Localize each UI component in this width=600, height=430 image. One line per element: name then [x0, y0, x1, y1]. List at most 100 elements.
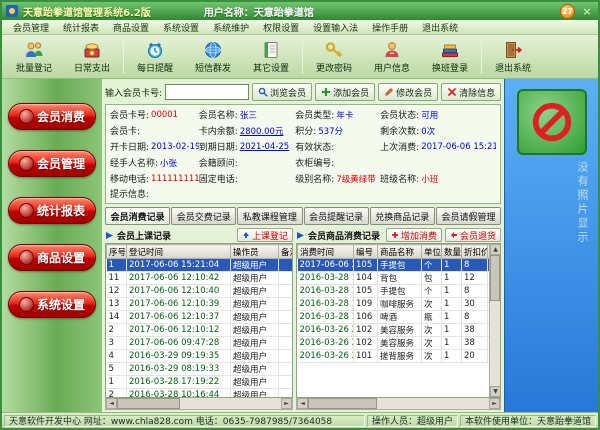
- sidebar-item-member-manage[interactable]: 会员管理: [8, 150, 96, 177]
- scroll-thumb[interactable]: [308, 398, 377, 409]
- column-header[interactable]: 备注: [279, 245, 294, 259]
- table-row[interactable]: 2016-03-28 10109咖啡服务次13030超级用户: [298, 298, 502, 311]
- toolbar-other-settings[interactable]: 其它设置: [242, 37, 300, 77]
- table-row[interactable]: 2016-03-26 21101搓背服务次12020超级用户: [298, 350, 502, 363]
- toolbar-user-info[interactable]: 用户信息: [363, 37, 421, 77]
- table-row[interactable]: 42016-03-29 09:19:35超级用户: [107, 350, 294, 363]
- menu-item-input-method[interactable]: 设置输入法: [306, 21, 365, 34]
- column-header[interactable]: 序号: [107, 245, 127, 259]
- tab-private-course[interactable]: 私教课程管理: [237, 207, 302, 225]
- member-return-button[interactable]: 会员退货: [445, 228, 501, 242]
- toolbar-sms-broadcast[interactable]: 短信群发: [184, 37, 242, 77]
- column-header[interactable]: 商品名称: [378, 245, 422, 259]
- column-header[interactable]: 消费时间: [298, 245, 354, 259]
- scroll-right-arrow[interactable]: ►: [489, 398, 500, 409]
- table-row[interactable]: 112017-06-06 12:10:42超级用户: [107, 272, 294, 285]
- record-tabs: 会员消费记录 会员交费记录 私教课程管理 会员提醒记录 兑换商品记录 会员请假管…: [105, 207, 501, 225]
- tab-leave-records[interactable]: 会员请假管理: [436, 207, 501, 225]
- alarm-clock-icon: [145, 40, 165, 60]
- daily-expense-icon: [82, 40, 102, 60]
- edit-member-button[interactable]: 修改会员: [378, 83, 438, 101]
- browse-member-button[interactable]: 浏览会员: [252, 83, 312, 101]
- member-field: 上次消费:2017-06-06 15:21:04: [380, 140, 496, 153]
- table-row[interactable]: 32017-06-06 09:47:28超级用户: [107, 337, 294, 350]
- sidebar-item-system[interactable]: 系统设置: [8, 291, 96, 318]
- clear-info-button[interactable]: 清除信息: [441, 83, 501, 101]
- scroll-thumb[interactable]: [117, 398, 180, 409]
- table-row[interactable]: 22016-03-28 10:16:44超级用户: [107, 389, 294, 399]
- menu-item-member-mgmt[interactable]: 会员管理: [6, 21, 56, 34]
- table-row[interactable]: 2016-03-28 10105手提包个188超级用户: [298, 285, 502, 298]
- column-header[interactable]: 操作员: [231, 245, 279, 259]
- member-field: 到期日期:2021-04-25: [199, 140, 296, 153]
- table-row[interactable]: 132017-06-06 12:10:39超级用户: [107, 298, 294, 311]
- table-row[interactable]: 12017-06-06 15:21:04超级用户: [107, 259, 294, 272]
- sidebar-item-reports[interactable]: 统计报表: [8, 197, 96, 224]
- scroll-up-arrow[interactable]: ▲: [490, 244, 501, 255]
- member-field: 衣柜编号:: [295, 156, 380, 169]
- toolbar-change-password[interactable]: 更改密码: [305, 37, 363, 77]
- table-row[interactable]: 52016-03-29 08:19:33超级用户: [107, 363, 294, 376]
- table-row[interactable]: 2016-03-28 10106啤酒瓶188超级用户: [298, 311, 502, 324]
- toolbar-shift-login[interactable]: 换班登录: [421, 37, 479, 77]
- menu-item-manual[interactable]: 操作手册: [365, 21, 415, 34]
- table-row[interactable]: 2016-03-26 23102美容服务次13838超级用户: [298, 324, 502, 337]
- tab-exchange-records[interactable]: 兑换商品记录: [370, 207, 435, 225]
- purchase-records-table: 消费时间编号商品名称单位数量折扣价总金额操作员 2017-06-06 23105…: [296, 243, 501, 398]
- table-row[interactable]: 12016-03-28 17:19:22超级用户: [107, 376, 294, 389]
- column-header[interactable]: 编号: [354, 245, 378, 259]
- member-field: 会员状态:可用: [380, 108, 496, 121]
- scroll-thumb[interactable]: [490, 255, 500, 301]
- close-button[interactable]: ×: [580, 5, 594, 18]
- notification-badge[interactable]: 27: [560, 4, 575, 19]
- menu-item-reports[interactable]: 统计报表: [56, 21, 106, 34]
- table-row[interactable]: 2017-06-06 23105手提包个188超级用户: [298, 259, 502, 272]
- menu-item-exit[interactable]: 退出系统: [415, 21, 465, 34]
- table-row[interactable]: 22017-06-06 12:10:12超级用户: [107, 324, 294, 337]
- record-lists: 会员上课记录 上课登记 序号登记时间操作员备注 12017-06-06 15:2…: [105, 227, 501, 410]
- horizontal-scrollbar[interactable]: ◄ ►: [296, 398, 501, 410]
- menu-item-permissions[interactable]: 权限设置: [256, 21, 306, 34]
- table-row[interactable]: 142017-06-06 12:10:37超级用户: [107, 311, 294, 324]
- member-field: [380, 156, 496, 169]
- card-number-input[interactable]: [165, 84, 249, 100]
- user-info-icon: [382, 40, 402, 60]
- column-header[interactable]: 数量: [442, 245, 462, 259]
- column-header[interactable]: 折扣价: [462, 245, 488, 259]
- tab-payment-records[interactable]: 会员交费记录: [171, 207, 236, 225]
- sidebar-item-member-consume[interactable]: 会员消费: [8, 103, 96, 130]
- toolbar-exit-system[interactable]: 退出系统: [484, 37, 542, 77]
- add-consume-button[interactable]: 增加消费: [386, 228, 442, 242]
- sidebar-item-goods[interactable]: 商品设置: [8, 244, 96, 271]
- table-row[interactable]: 2016-03-28 10104背包包11212超级用户: [298, 272, 502, 285]
- horizontal-scrollbar[interactable]: ◄ ►: [105, 398, 293, 410]
- purchase-records-panel: 会员商品消费记录 增加消费 会员退货 消费时间编号商品名称单位数量折扣价总金额操…: [296, 227, 501, 410]
- scroll-left-arrow[interactable]: ◄: [297, 398, 308, 409]
- toolbar-daily-reminder[interactable]: 每日提醒: [126, 37, 184, 77]
- member-field: 固定电话:: [199, 172, 296, 185]
- toolbar: 批量登记 日常支出 每日提醒 短信群发 其它设置 更改密码 用户信息: [2, 35, 598, 79]
- pencil-icon: [384, 87, 394, 97]
- menu-item-system[interactable]: 系统设置: [156, 21, 206, 34]
- menu-item-maintenance[interactable]: 系统维护: [206, 21, 256, 34]
- batch-register-icon: [24, 40, 44, 60]
- table-row[interactable]: 122017-06-06 12:10:40超级用户: [107, 285, 294, 298]
- tab-reminder-records[interactable]: 会员提醒记录: [304, 207, 369, 225]
- class-register-button[interactable]: 上课登记: [237, 228, 293, 242]
- scroll-left-arrow[interactable]: ◄: [106, 398, 117, 409]
- notebook-icon: [261, 40, 281, 60]
- column-header[interactable]: 登记时间: [127, 245, 231, 259]
- menu-item-goods[interactable]: 商品设置: [106, 21, 156, 34]
- column-header[interactable]: 单位: [422, 245, 442, 259]
- vertical-scrollbar[interactable]: ▲ ▼: [489, 244, 500, 397]
- scroll-down-arrow[interactable]: ▼: [490, 386, 501, 397]
- toolbar-daily-expense[interactable]: 日常支出: [63, 37, 121, 77]
- toolbar-batch-register[interactable]: 批量登记: [5, 37, 63, 77]
- tab-consume-records[interactable]: 会员消费记录: [105, 207, 170, 225]
- member-field: 会员卡:: [110, 124, 199, 137]
- table-row[interactable]: 2016-03-26 23102美容服务次13838超级用户: [298, 337, 502, 350]
- add-member-button[interactable]: 添加会员: [315, 83, 375, 101]
- scroll-right-arrow[interactable]: ►: [281, 398, 292, 409]
- books-icon: [440, 40, 460, 60]
- member-field: 有效状态:: [295, 140, 380, 153]
